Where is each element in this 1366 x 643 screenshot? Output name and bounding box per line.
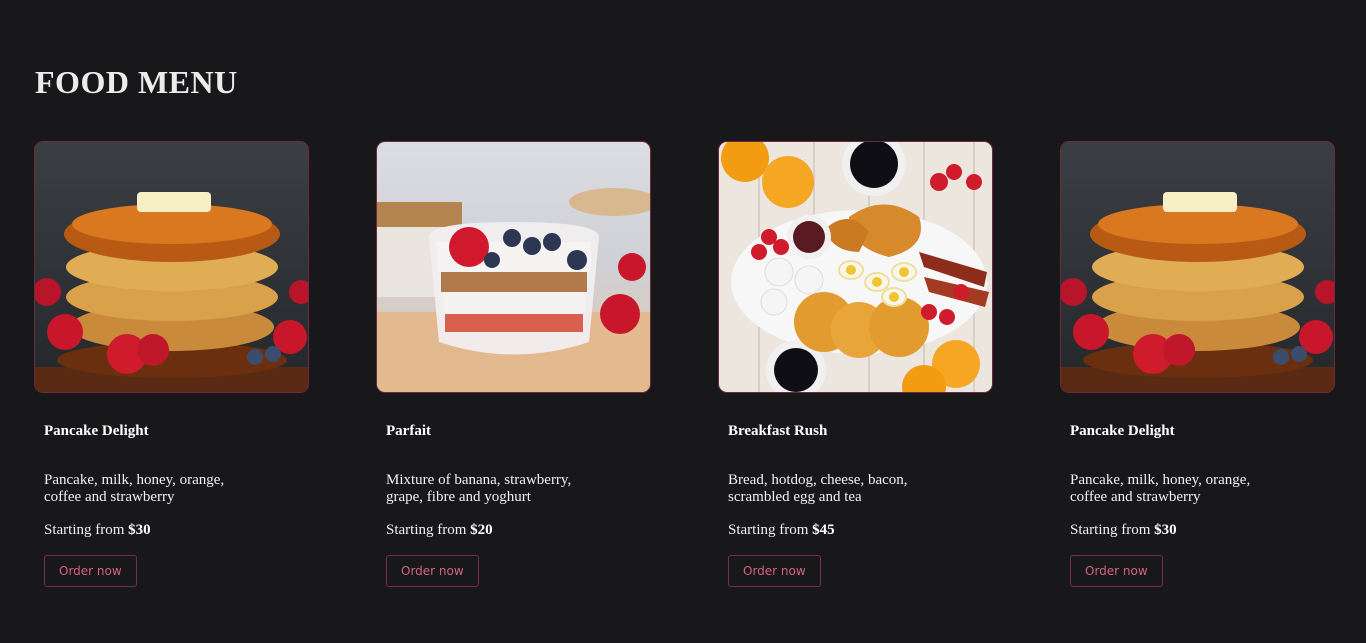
price-value: $45 <box>812 522 835 538</box>
menu-item-name: Parfait <box>386 423 431 439</box>
pancake-stack-image <box>1060 141 1335 393</box>
menu-item-description: Pancake, milk, honey, orange, coffee and… <box>44 472 225 505</box>
menu-card: Parfait Mixture of banana, strawberry, g… <box>376 141 651 587</box>
price-value: $20 <box>470 522 493 538</box>
breakfast-platter-image <box>718 141 993 393</box>
order-now-button[interactable]: Order now <box>386 555 479 587</box>
menu-item-name: Breakfast Rush <box>728 423 828 439</box>
price-value: $30 <box>128 522 151 538</box>
menu-grid: Pancake Delight Pancake, milk, honey, or… <box>34 141 1335 587</box>
menu-item-description: Bread, hotdog, cheese, bacon, scrambled … <box>728 472 908 505</box>
menu-item-description: Pancake, milk, honey, orange, coffee and… <box>1070 472 1251 505</box>
price-prefix: Starting from <box>1070 522 1151 538</box>
price-prefix: Starting from <box>386 522 467 538</box>
parfait-glass-image <box>376 141 651 393</box>
menu-item-price: Starting from $20 <box>386 522 651 539</box>
menu-item-price: Starting from $45 <box>728 522 993 539</box>
price-prefix: Starting from <box>44 522 125 538</box>
menu-card: Pancake Delight Pancake, milk, honey, or… <box>1060 141 1335 587</box>
menu-item-description: Mixture of banana, strawberry, grape, fi… <box>386 472 572 505</box>
price-value: $30 <box>1154 522 1177 538</box>
order-now-button[interactable]: Order now <box>44 555 137 587</box>
menu-item-name: Pancake Delight <box>44 423 149 439</box>
menu-card: Pancake Delight Pancake, milk, honey, or… <box>34 141 309 587</box>
menu-item-price: Starting from $30 <box>44 522 309 539</box>
menu-item-name: Pancake Delight <box>1070 423 1175 439</box>
price-prefix: Starting from <box>728 522 809 538</box>
order-now-button[interactable]: Order now <box>1070 555 1163 587</box>
menu-item-price: Starting from $30 <box>1070 522 1335 539</box>
order-now-button[interactable]: Order now <box>728 555 821 587</box>
pancake-stack-image <box>34 141 309 393</box>
menu-card: Breakfast Rush Bread, hotdog, cheese, ba… <box>718 141 993 587</box>
page-title: FOOD MENU <box>35 64 238 100</box>
